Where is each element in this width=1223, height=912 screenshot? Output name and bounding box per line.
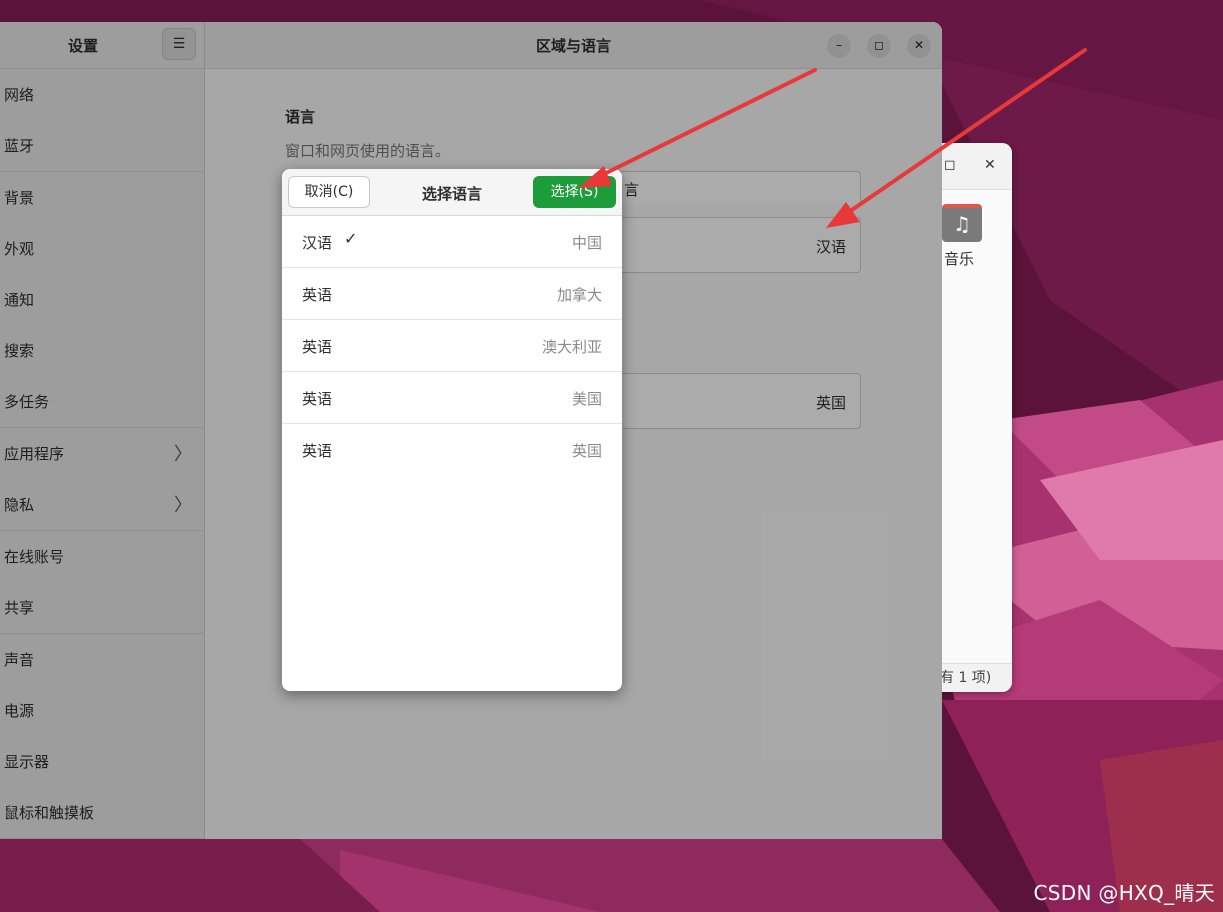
files-window-header: ◻ ✕ — [930, 143, 1012, 190]
maximize-icon[interactable]: ◻ — [944, 157, 956, 173]
language-option[interactable]: 汉语 ✓ 中国 — [282, 216, 622, 268]
language-region: 加拿大 — [556, 286, 602, 304]
files-status-bar: 有 1 项) — [930, 663, 1012, 692]
music-folder-icon[interactable]: ♫ — [942, 204, 982, 242]
language-name: 英语 — [302, 286, 333, 304]
language-option[interactable]: 英语 英国 — [282, 424, 622, 475]
language-list: 汉语 ✓ 中国 英语 加拿大 英语 澳大利亚 英语 美国 英语 英国 — [282, 216, 622, 475]
close-icon[interactable]: ✕ — [984, 157, 996, 173]
language-option[interactable]: 英语 澳大利亚 — [282, 320, 622, 372]
select-button[interactable]: 选择(S) — [533, 176, 616, 208]
files-window-body: ♫ 音乐 — [930, 190, 1012, 665]
select-language-dialog: 取消(C) 选择语言 选择(S) 汉语 ✓ 中国 英语 加拿大 英语 澳大利亚 英语 美国 英语英… — [282, 169, 622, 691]
language-name: 英语 — [302, 442, 333, 460]
language-region: 英国 — [571, 442, 602, 460]
language-name: 汉语 — [302, 234, 333, 252]
language-region: 美国 — [571, 390, 602, 408]
language-name: 英语 — [302, 390, 333, 408]
language-region: 澳大利亚 — [541, 338, 602, 356]
checkmark-icon: ✓ — [344, 229, 358, 248]
music-folder-label: 音乐 — [944, 250, 975, 268]
dialog-header: 取消(C) 选择语言 选择(S) — [282, 169, 622, 216]
language-name: 英语 — [302, 338, 333, 356]
files-window[interactable]: ◻ ✕ ♫ 音乐 有 1 项) — [930, 143, 1012, 692]
language-option[interactable]: 英语 美国 — [282, 372, 622, 424]
watermark-text: CSDN @HXQ_晴天 — [1033, 881, 1215, 905]
language-region: 中国 — [571, 234, 602, 252]
language-option[interactable]: 英语 加拿大 — [282, 268, 622, 320]
